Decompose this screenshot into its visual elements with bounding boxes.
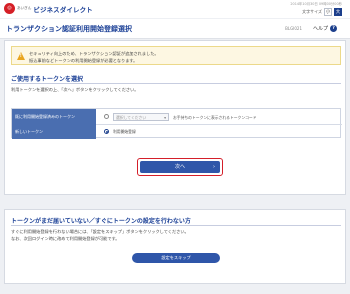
- token-selection-panel: ! セキュリティ向上のため、トランザクション認証が追加されました。 振込事前など…: [4, 40, 346, 195]
- section-divider: [11, 225, 341, 226]
- radio-new-token[interactable]: [104, 129, 109, 134]
- bank-logo[interactable]: ◎ あいぎん ビジネスダイレクト: [4, 3, 93, 14]
- screen-id: BLGI021: [285, 26, 302, 31]
- notice-box: ! セキュリティ向上のため、トランザクション認証が追加されました。 振込事前など…: [11, 46, 341, 65]
- title-bar: トランザクション認証利用開始登録選択 BLGI021 ヘルプ ?: [0, 19, 350, 39]
- bank-logo-mark-icon: ◎: [4, 3, 15, 14]
- skip-panel: トークンがまだ届いていない／すぐにトークンの設定を行わない方 すぐに利用開始登録…: [4, 209, 346, 284]
- next-button-label: 次へ: [174, 164, 185, 170]
- font-small-button[interactable]: 小: [324, 8, 332, 16]
- logo-small-text: あいぎん: [17, 6, 32, 10]
- skip-section-heading: トークンがまだ届いていない／すぐにトークンの設定を行わない方: [11, 218, 191, 225]
- row-label-registered-token: 既に利用開始登録済みのトークン: [12, 109, 96, 124]
- header: ◎ あいぎん ビジネスダイレクト 2014年10月30日 09時00分00秒 文…: [0, 0, 350, 18]
- skip-settings-button[interactable]: 設定をスキップ: [132, 253, 220, 263]
- help-icon[interactable]: ?: [330, 24, 337, 32]
- chevron-down-icon: ▾: [164, 115, 166, 120]
- section-divider: [11, 83, 341, 84]
- token-section-description: 利用トークンを選択の上、「次へ」ボタンをクリックしてください。: [11, 87, 139, 92]
- next-button[interactable]: 次へ ›: [140, 161, 220, 173]
- logo-main-text: ビジネスダイレクト: [33, 5, 93, 14]
- token-table: 既に利用開始登録済みのトークン 選択してください ▾ お手持ちのトークンに表示さ…: [11, 108, 342, 139]
- new-token-option-label[interactable]: 利用開始登録: [113, 129, 136, 135]
- radio-registered-token[interactable]: [104, 114, 109, 119]
- notice-line-2: 振込事前などトークンの利用開始登録が必要となります。: [29, 57, 138, 63]
- header-datetime: 2014年10月30日 09時00分00秒: [290, 2, 342, 6]
- page-title: トランザクション認証利用開始登録選択: [6, 25, 132, 33]
- skip-description-line-1: すぐに利用開始登録を行わない場合には、「設定をスキップ」ボタンをクリックしてくだ…: [11, 229, 189, 234]
- font-size-control: 文字サイズ 小 大: [302, 8, 342, 16]
- skip-description-line-2: なお、次回ログイン時に改めて利用開始登録が可能です。: [11, 236, 120, 241]
- notice-line-1: セキュリティ向上のため、トランザクション認証が追加されました。: [29, 50, 159, 56]
- help-link[interactable]: ヘルプ: [313, 25, 328, 32]
- row-label-new-token: 新しいトークン: [12, 124, 96, 139]
- token-select-dropdown[interactable]: 選択してください ▾: [113, 113, 169, 121]
- token-section-heading: ご使用するトークンを選択: [11, 76, 84, 83]
- chevron-right-icon: ›: [213, 164, 215, 170]
- token-select-placeholder: 選択してください: [116, 115, 147, 120]
- font-large-button[interactable]: 大: [334, 8, 342, 16]
- font-size-label: 文字サイズ: [302, 9, 322, 14]
- warning-exclamation-icon: !: [19, 53, 22, 59]
- token-select-note: お手持ちのトークンに表示されるトークンコード: [173, 114, 257, 120]
